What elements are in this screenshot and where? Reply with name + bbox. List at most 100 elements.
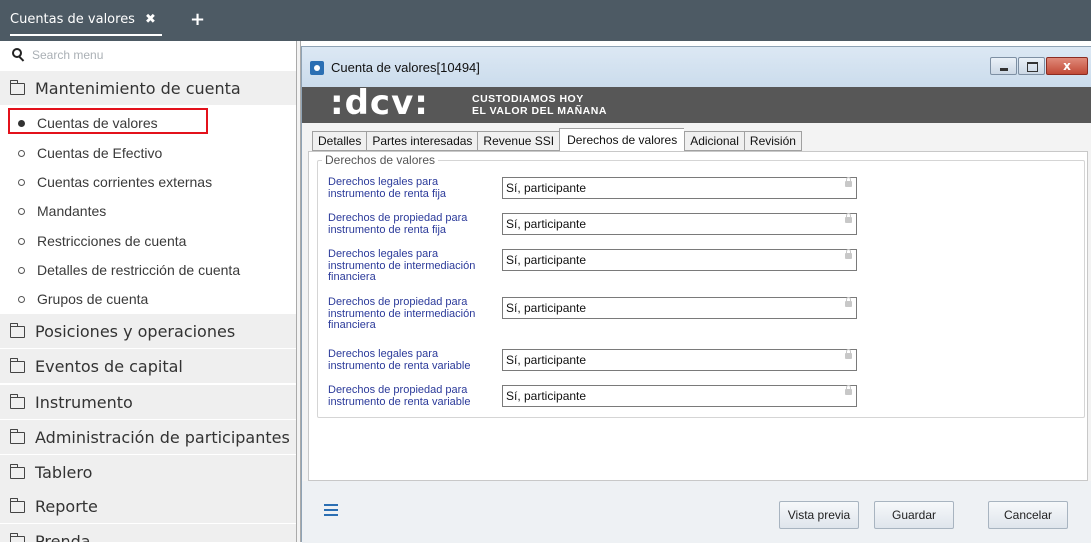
sidebar-section-prenda[interactable]: Prenda <box>0 524 296 542</box>
search-icon <box>12 48 26 62</box>
top-tab-bar: Cuentas de valores ✖ + <box>0 0 1091 41</box>
cancel-button[interactable]: Cancelar <box>988 501 1068 529</box>
menu-icon[interactable] <box>324 504 338 516</box>
lock-icon <box>845 249 852 259</box>
rights-dropdown[interactable]: Sí, participante <box>502 349 857 371</box>
folder-open-icon <box>9 80 25 95</box>
lock-icon <box>845 349 852 359</box>
section-label: Administración de participantes <box>35 427 290 447</box>
tagline-line-1: CUSTODIAMOS HOY <box>472 93 584 105</box>
sidebar-item-cuentas-de-efectivo[interactable]: Cuentas de Efectivo <box>0 139 296 167</box>
section-label: Eventos de capital <box>35 356 183 376</box>
sidebar-item-mandantes[interactable]: Mandantes <box>0 197 296 225</box>
rights-dropdown[interactable]: Sí, participante <box>502 249 857 271</box>
folder-icon <box>9 323 25 338</box>
rights-dropdown[interactable]: Sí, participante <box>502 213 857 235</box>
field-label: Derechos de propiedad para instrumento d… <box>328 384 471 408</box>
sidebar-item-label: Cuentas corrientes externas <box>37 174 213 190</box>
bullet-icon <box>18 237 25 245</box>
field-value: Sí, participante <box>506 353 587 367</box>
brand-banner: :dcv: CUSTODIAMOS HOY EL VALOR DEL MAÑAN… <box>302 83 1091 123</box>
sidebar-section-administracion[interactable]: Administración de participantes <box>0 420 296 454</box>
folder-icon <box>9 498 25 513</box>
tab-partes-interesadas[interactable]: Partes interesadas <box>366 131 478 151</box>
window-footer: Vista previa Guardar Cancelar <box>302 481 1091 543</box>
sidebar-section-instrumento[interactable]: Instrumento <box>0 385 296 419</box>
tab-revision[interactable]: Revisión <box>743 131 802 151</box>
derechos-group: Derechos de valores Derechos legales par… <box>317 153 1085 418</box>
section-label: Instrumento <box>35 392 133 412</box>
sidebar-section-tablero[interactable]: Tablero <box>0 455 296 489</box>
sidebar-item-detalles-restriccion[interactable]: Detalles de restricción de cuenta <box>0 256 296 284</box>
field-value: Sí, participante <box>506 181 587 195</box>
search-bar[interactable] <box>12 45 292 65</box>
section-label: Tablero <box>35 462 93 482</box>
bullet-icon <box>18 295 25 303</box>
group-title: Derechos de valores <box>322 153 439 167</box>
add-tab-icon[interactable]: + <box>190 9 205 30</box>
save-button[interactable]: Guardar <box>874 501 954 529</box>
folder-icon <box>9 429 25 444</box>
folder-icon <box>9 464 25 479</box>
sidebar-item-label: Cuentas de Efectivo <box>37 145 163 161</box>
folder-icon <box>9 394 25 409</box>
sidebar-item-restricciones[interactable]: Restricciones de cuenta <box>0 227 296 255</box>
window-controls: x <box>989 57 1088 75</box>
field-label: Derechos de propiedad para instrumento d… <box>328 212 468 236</box>
window-titlebar: Cuenta de valores[10494] x <box>302 47 1091 87</box>
sidebar-section-posiciones[interactable]: Posiciones y operaciones <box>0 314 296 348</box>
section-label: Prenda <box>35 531 91 543</box>
app-globe-icon <box>310 61 324 75</box>
rights-dropdown[interactable]: Sí, participante <box>502 177 857 199</box>
tab-content: Derechos de valores Derechos legales par… <box>308 151 1088 481</box>
lock-icon <box>845 213 852 223</box>
tab-cuentas-de-valores[interactable]: Cuentas de valores ✖ <box>10 12 162 36</box>
account-window: Cuenta de valores[10494] x :dcv: CUSTODI… <box>301 46 1091 543</box>
close-icon: x <box>1063 59 1071 73</box>
tab-detalles[interactable]: Detalles <box>312 131 367 151</box>
preview-button[interactable]: Vista previa <box>779 501 859 529</box>
tab-adicional[interactable]: Adicional <box>684 131 744 151</box>
field-value: Sí, participante <box>506 253 587 267</box>
close-window-button[interactable]: x <box>1046 57 1088 75</box>
rights-dropdown[interactable]: Sí, participante <box>502 297 857 319</box>
tab-label: Cuentas de valores <box>10 12 135 27</box>
tab-revenue-ssi[interactable]: Revenue SSI <box>477 131 560 151</box>
sidebar-item-label: Grupos de cuenta <box>37 291 149 307</box>
tagline-line-2: EL VALOR DEL MAÑANA <box>472 105 607 117</box>
search-input[interactable] <box>32 48 272 62</box>
sidebar-section-reporte[interactable]: Reporte <box>0 489 296 523</box>
section-label: Reporte <box>35 496 98 516</box>
sidebar-item-label: Detalles de restricción de cuenta <box>37 262 241 278</box>
window-title: Cuenta de valores[10494] <box>331 60 480 75</box>
sidebar-section-eventos[interactable]: Eventos de capital <box>0 349 296 383</box>
sidebar-section-mantenimiento[interactable]: Mantenimiento de cuenta <box>0 71 296 105</box>
rights-dropdown[interactable]: Sí, participante <box>502 385 857 407</box>
field-value: Sí, participante <box>506 389 587 403</box>
selection-highlight-box <box>8 108 208 134</box>
tab-derechos-de-valores[interactable]: Derechos de valores <box>559 128 685 151</box>
bullet-icon <box>18 149 25 157</box>
lock-icon <box>845 177 852 187</box>
sidebar-item-grupos-de-cuenta[interactable]: Grupos de cuenta <box>0 285 296 313</box>
maximize-button[interactable] <box>1018 57 1045 75</box>
sidebar-item-cuentas-corrientes-externas[interactable]: Cuentas corrientes externas <box>0 168 296 196</box>
section-label: Posiciones y operaciones <box>35 321 236 341</box>
bullet-icon <box>18 178 25 186</box>
close-tab-icon[interactable]: ✖ <box>145 12 156 27</box>
brand-tagline: CUSTODIAMOS HOY EL VALOR DEL MAÑANA <box>472 93 607 117</box>
folder-icon <box>9 533 25 542</box>
field-label: Derechos legales para instrumento de ren… <box>328 348 471 372</box>
dcv-logo: :dcv: <box>330 83 429 123</box>
field-label: Derechos legales para instrumento de int… <box>328 248 476 283</box>
field-label: Derechos de propiedad para instrumento d… <box>328 296 476 331</box>
minimize-button[interactable] <box>990 57 1017 75</box>
field-label: Derechos legales para instrumento de ren… <box>328 176 447 200</box>
tab-strip: Detalles Partes interesadas Revenue SSI … <box>312 128 802 151</box>
section-label: Mantenimiento de cuenta <box>35 78 241 98</box>
field-value: Sí, participante <box>506 217 587 231</box>
bullet-icon <box>18 266 25 274</box>
sidebar-item-label: Restricciones de cuenta <box>37 233 187 249</box>
field-value: Sí, participante <box>506 301 587 315</box>
lock-icon <box>845 385 852 395</box>
